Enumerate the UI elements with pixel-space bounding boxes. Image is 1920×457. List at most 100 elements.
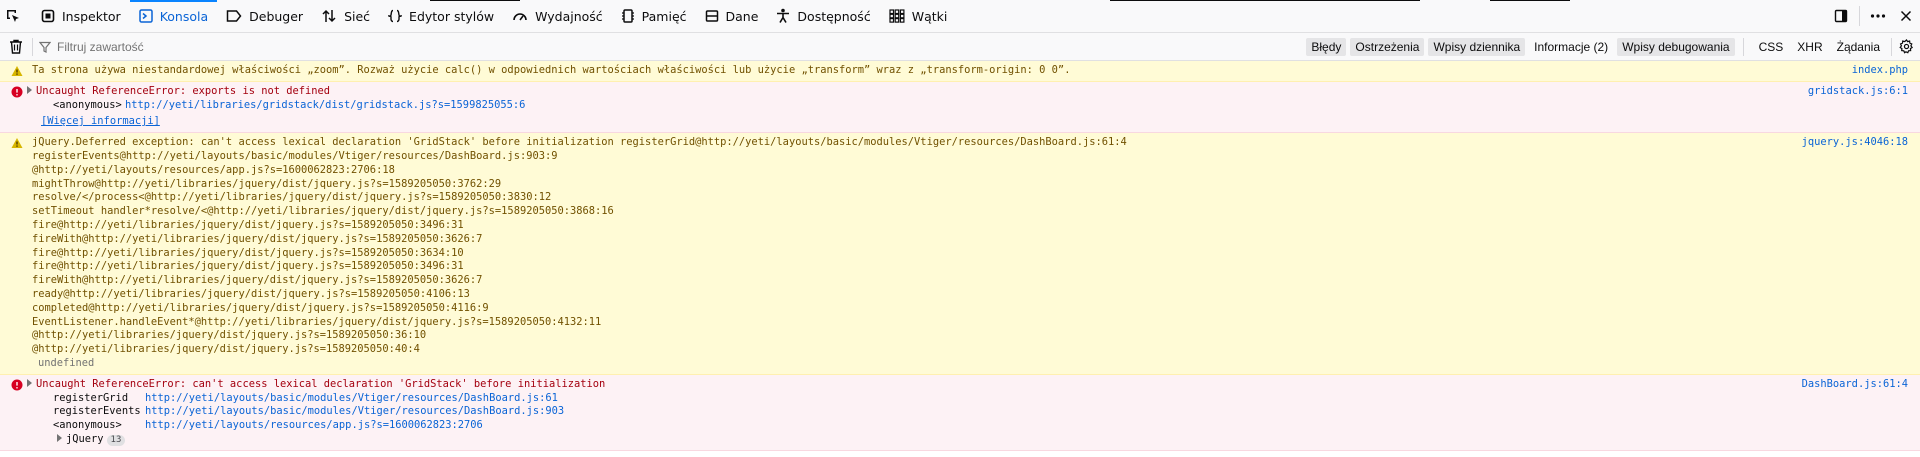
style-editor-icon — [388, 9, 403, 23]
tab-threads[interactable]: Wątki — [880, 0, 957, 32]
console-message-error: Uncaught ReferenceError: exports is not … — [0, 81, 1920, 134]
frame-function: registerGrid — [53, 391, 129, 404]
close-devtools-button[interactable] — [1892, 0, 1920, 32]
dock-icon — [1834, 9, 1848, 23]
accessibility-icon — [777, 8, 790, 23]
message-header[interactable]: Uncaught ReferenceError: can't access le… — [27, 378, 1800, 392]
message-source-link[interactable]: jquery.js:4046:18 — [1802, 136, 1908, 150]
tab-label: Pamięć — [641, 8, 687, 24]
tab-inspector[interactable]: Inspektor — [32, 0, 130, 32]
threads-icon — [889, 9, 905, 23]
filter-logs-button[interactable]: Wpisy dziennika — [1428, 37, 1526, 56]
request-filters: CSS XHR Żądania — [1752, 33, 1887, 60]
frame-url[interactable]: http://yeti/libraries/gridstack/dist/gri… — [125, 99, 525, 113]
filter-box[interactable] — [33, 33, 1304, 60]
tab-label: Debuger — [249, 8, 304, 24]
frame-url[interactable]: http://yeti/layouts/resources/app.js?s=1… — [145, 419, 483, 433]
message-source-link[interactable]: DashBoard.js:61:4 — [1802, 378, 1908, 392]
stack-frame[interactable]: <anonymous> http://yeti/libraries/gridst… — [27, 99, 1800, 113]
toolbar-right-actions — [1827, 0, 1920, 32]
learn-more-link[interactable]: [Więcej informacji] — [41, 115, 160, 127]
filter-css-button[interactable]: CSS — [1754, 38, 1789, 56]
expand-arrow-icon[interactable] — [27, 85, 32, 94]
filter-warnings-button[interactable]: Ostrzeżenia — [1350, 37, 1425, 56]
tab-label: Wydajność — [535, 8, 603, 24]
console-message-error: Uncaught ReferenceError: can't access le… — [0, 374, 1920, 451]
tab-storage[interactable]: Dane — [696, 0, 768, 32]
error-icon — [11, 379, 23, 391]
window-edge — [1110, 0, 1420, 1]
console-output: Ta strona używa niestandardowej właściwo… — [0, 61, 1920, 457]
trace-line: fire@http://yeti/libraries/jquery/dist/j… — [32, 260, 464, 273]
clear-console-button[interactable] — [0, 33, 32, 60]
stack-trace: jQuery.Deferred exception: can't access … — [32, 136, 1800, 371]
gear-icon — [1898, 39, 1913, 54]
tab-style-editor[interactable]: Edytor stylów — [379, 0, 503, 32]
dock-button[interactable] — [1827, 0, 1855, 32]
tab-performance[interactable]: Wydajność — [503, 0, 612, 32]
filter-divider — [1742, 37, 1744, 56]
console-message-warning: jQuery.Deferred exception: can't access … — [0, 133, 1920, 375]
filter-debug-button[interactable]: Wpisy debugowania — [1617, 37, 1735, 56]
filter-xhr-button[interactable]: XHR — [1792, 38, 1827, 56]
filter-errors-button[interactable]: Błędy — [1306, 37, 1347, 56]
log-level-filters: Błędy Ostrzeżenia Wpisy dziennika Inform… — [1304, 33, 1736, 60]
trace-line: mightThrow@http://yeti/libraries/jquery/… — [32, 177, 502, 190]
trace-line: fire@http://yeti/libraries/jquery/dist/j… — [32, 218, 464, 231]
filter-input[interactable] — [57, 39, 457, 54]
trace-line: @http://yeti/libraries/jquery/dist/jquer… — [32, 329, 427, 342]
filter-requests-button[interactable]: Żądania — [1832, 38, 1885, 56]
message-source-link[interactable]: gridstack.js:6:1 — [1808, 85, 1908, 99]
stack-frame[interactable]: registerEvents http://yeti/layouts/basic… — [27, 405, 1800, 419]
console-filter-bar: Błędy Ostrzeżenia Wpisy dziennika Inform… — [0, 33, 1920, 61]
tab-label: Dostępność — [797, 8, 871, 24]
expand-arrow-icon[interactable] — [27, 378, 32, 387]
tab-memory[interactable]: Pamięć — [612, 0, 696, 32]
tab-label: Sieć — [344, 8, 371, 24]
message-header[interactable]: Uncaught ReferenceError: exports is not … — [27, 85, 1800, 99]
trace-line: resolve/</process<@http://yeti/libraries… — [32, 191, 552, 204]
expand-arrow-icon[interactable] — [57, 433, 62, 442]
frame-function: <anonymous> — [53, 98, 122, 111]
filter-icon — [39, 41, 51, 53]
filter-info-button[interactable]: Informacje (2) — [1529, 38, 1613, 56]
stack-frame[interactable]: registerGrid http://yeti/layouts/basic/m… — [27, 392, 1800, 406]
undefined-value: undefined — [38, 356, 95, 369]
trace-line: completed@http://yeti/libraries/jquery/d… — [32, 301, 489, 314]
frame-url[interactable]: http://yeti/layouts/basic/modules/Vtiger… — [145, 392, 558, 406]
element-picker-button[interactable] — [0, 0, 32, 32]
frame-function: <anonymous> — [53, 419, 122, 432]
storage-icon — [705, 10, 718, 22]
tab-network[interactable]: Sieć — [312, 0, 379, 32]
trace-line: fireWith@http://yeti/libraries/jquery/di… — [32, 232, 483, 245]
trace-line: registerEvents@http://yeti/layouts/basic… — [32, 149, 558, 162]
collapsed-frame-group[interactable]: jQuery 13 — [27, 433, 1800, 447]
trace-line: @http://yeti/libraries/jquery/dist/jquer… — [32, 343, 420, 356]
frame-count-badge: 13 — [106, 434, 126, 446]
window-edge — [1490, 0, 1570, 1]
tab-label: Inspektor — [62, 8, 121, 24]
tab-debugger[interactable]: Debuger — [217, 0, 312, 32]
more-icon — [1870, 14, 1886, 18]
tab-accessibility[interactable]: Dostępność — [767, 0, 879, 32]
warning-icon — [11, 66, 23, 76]
more-options-button[interactable] — [1864, 0, 1892, 32]
frame-function: registerEvents — [53, 405, 141, 418]
toolbar-divider — [1859, 6, 1860, 26]
tab-label: Dane — [725, 8, 759, 24]
inspector-icon — [41, 9, 55, 23]
stack-frame[interactable]: <anonymous> http://yeti/layouts/resource… — [27, 419, 1800, 433]
console-message-warning: Ta strona używa niestandardowej właściwo… — [0, 61, 1920, 82]
debugger-icon — [226, 10, 242, 22]
error-icon — [11, 86, 23, 98]
close-icon — [1900, 10, 1912, 22]
trace-line: fire@http://yeti/libraries/jquery/dist/j… — [32, 246, 464, 259]
console-settings-button[interactable] — [1892, 33, 1920, 60]
tab-console[interactable]: Konsola — [129, 0, 218, 32]
frame-url[interactable]: http://yeti/layouts/basic/modules/Vtiger… — [145, 405, 564, 419]
message-source-link[interactable]: index.php — [1852, 64, 1908, 78]
trace-line: @http://yeti/layouts/resources/app.js?s=… — [32, 163, 395, 176]
performance-icon — [513, 13, 527, 21]
message-text: Uncaught ReferenceError: can't access le… — [36, 377, 606, 390]
trace-line: ready@http://yeti/libraries/jquery/dist/… — [32, 287, 470, 300]
